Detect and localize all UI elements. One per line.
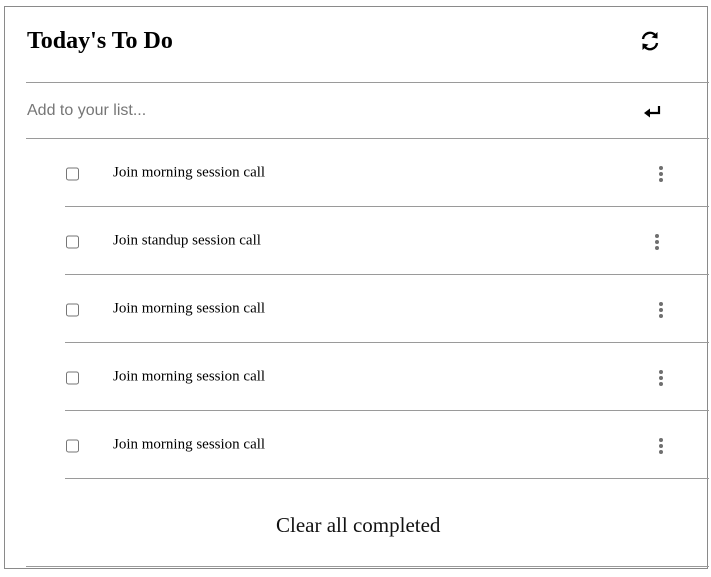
more-vertical-icon — [653, 438, 669, 454]
clear-completed-button[interactable]: Clear all completed — [276, 513, 440, 538]
todo-menu-button[interactable] — [649, 231, 665, 253]
todo-checkbox[interactable] — [66, 235, 79, 249]
todo-app: Today's To Do Join morning session call — [4, 6, 709, 569]
more-vertical-icon — [653, 302, 669, 318]
refresh-icon — [641, 31, 659, 51]
add-todo-row — [26, 83, 709, 139]
page-title: Today's To Do — [27, 28, 173, 54]
todo-item: Join standup session call — [65, 207, 709, 275]
enter-return-icon — [644, 106, 661, 118]
todo-label: Join morning session call — [113, 436, 266, 453]
refresh-button[interactable] — [638, 29, 662, 53]
more-vertical-icon — [653, 370, 669, 386]
header: Today's To Do — [26, 7, 709, 83]
todo-checkbox[interactable] — [66, 371, 79, 385]
todo-menu-button[interactable] — [653, 299, 669, 321]
todo-menu-button[interactable] — [653, 163, 669, 185]
todo-menu-button[interactable] — [653, 435, 669, 457]
todo-checkbox[interactable] — [66, 303, 79, 317]
todo-menu-button[interactable] — [653, 367, 669, 389]
submit-todo-button[interactable] — [640, 98, 666, 124]
todo-label: Join morning session call — [113, 368, 266, 385]
more-vertical-icon — [649, 234, 665, 250]
todo-checkbox[interactable] — [66, 439, 79, 453]
todo-label: Join morning session call — [113, 300, 266, 317]
todo-item: Join morning session call — [65, 139, 709, 207]
todo-item: Join morning session call — [65, 343, 709, 411]
more-vertical-icon — [653, 166, 669, 182]
todo-checkbox[interactable] — [66, 167, 79, 181]
todo-item: Join morning session call — [65, 275, 709, 343]
add-todo-input[interactable] — [26, 97, 587, 125]
todo-item: Join morning session call — [65, 411, 709, 479]
todo-label: Join morning session call — [113, 164, 266, 181]
clear-completed-row: Clear all completed — [26, 493, 709, 567]
todo-list: Join morning session call Join standup s… — [65, 139, 709, 479]
todo-label: Join standup session call — [113, 232, 261, 249]
